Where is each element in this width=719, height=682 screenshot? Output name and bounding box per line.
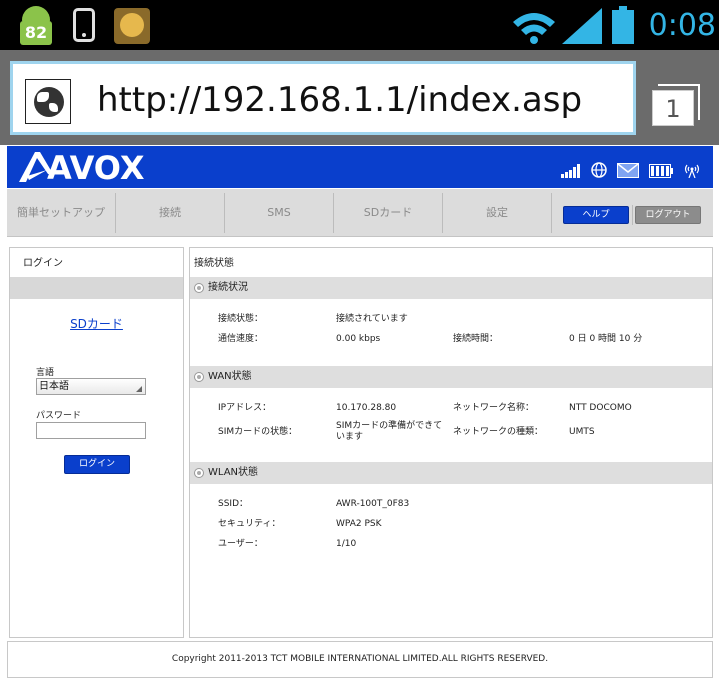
globe-icon [591,162,607,178]
nav-item-sms[interactable]: SMS [225,189,333,237]
signal-icon [562,8,602,44]
help-button[interactable]: ヘルプ [563,206,629,224]
sim-status-label: SIMカードの状態： [218,427,298,437]
section-header-wlan: WLAN状態 [190,462,712,484]
nav-divider [551,193,552,233]
security-value: WPA2 PSK [336,519,382,529]
main-nav: 簡単セットアップ 接続 SMS SDカード 設定 ヘルプ ログアウト [7,189,713,237]
users-value: 1/10 [336,539,357,549]
site-favicon [25,79,71,124]
nav-divider [632,205,633,225]
sd-card-link: SDカード [10,315,183,332]
sim-status-value: SIMカードの準備ができています [336,421,443,442]
wireless-tower-icon [684,164,700,178]
browser-toolbar: http://192.168.1.1/index.asp 1 [0,50,719,145]
phone-icon[interactable] [73,8,95,42]
section-bullet-icon [194,283,204,293]
mail-icon [617,163,639,178]
footer: Copyright 2011-2013 TCT MOBILE INTERNATI… [7,641,713,678]
app-icon[interactable] [114,8,150,44]
nav-item-sd-card[interactable]: SDカード [334,189,442,237]
clock: 0:08 [648,8,716,43]
section-title: 接続状況 [208,282,248,293]
dropdown-arrow-icon [136,386,142,392]
wifi-icon [513,13,555,44]
network-name-label: ネットワーク名称： [453,403,535,413]
login-panel-band [10,277,183,299]
ip-address-label: IPアドレス： [218,403,272,413]
network-name-value: NTT DOCOMO [569,403,632,413]
login-button[interactable]: ログイン [64,455,130,474]
connection-status-label: 接続状態： [218,314,264,324]
logout-button[interactable]: ログアウト [635,206,701,224]
ip-address-value: 10.170.28.80 [336,403,397,413]
copyright-text: Copyright 2011-2013 TCT MOBILE INTERNATI… [171,654,549,664]
login-panel-title: ログイン [23,258,63,269]
network-type-label: ネットワークの種類： [453,427,544,437]
section-header-connection: 接続状況 [190,277,712,299]
page-header: AVOX [7,146,713,188]
android-notification-icon[interactable]: 82 [18,6,54,45]
connection-time-label: 接続時間： [453,334,499,344]
section-bullet-icon [194,468,204,478]
network-type-value: UMTS [569,427,595,437]
battery-icon [612,6,634,44]
users-label: ユーザー： [218,539,263,549]
globe-icon [34,87,64,117]
password-field[interactable] [36,422,146,439]
section-bullet-icon [194,372,204,382]
header-status-icons [561,156,701,178]
language-label: 言語 [36,368,55,378]
nav-item-connection[interactable]: 接続 [116,189,224,237]
speed-label: 通信速度： [218,334,264,344]
language-select[interactable]: 日本語 [36,378,146,395]
speed-value: 0.00 kbps [336,334,381,344]
section-title: WAN状態 [208,371,252,382]
section-header-wan: WAN状態 [190,366,712,388]
status-panel-title: 接続状態 [194,258,234,269]
url-field[interactable]: http://192.168.1.1/index.asp [10,61,636,135]
section-title: WLAN状態 [208,467,259,478]
nav-item-quick-setup[interactable]: 簡単セットアップ [7,189,115,237]
tabs-button[interactable]: 1 [652,84,702,130]
ssid-value: AWR-100T_0F83 [336,499,410,509]
logo-text: AVOX [47,149,145,187]
tab-count: 1 [652,90,694,126]
sd-card-link-text[interactable]: SDカード [70,317,123,331]
nav-item-settings[interactable]: 設定 [443,189,551,237]
connection-time-value: 0 日 0 時間 10 分 [569,334,643,344]
url-text[interactable]: http://192.168.1.1/index.asp [97,72,582,128]
login-panel: ログイン SDカード 言語 日本語 パスワード ログイン [9,247,184,638]
security-label: セキュリティ： [218,519,281,529]
battery-icon [649,164,673,178]
password-label: パスワード [36,411,82,421]
status-panel: 接続状態 接続状況 接続状態： 接続されています 通信速度： 0.00 kbps… [189,247,713,638]
language-select-value: 日本語 [39,381,69,392]
notification-count: 82 [20,21,52,45]
status-bar: 82 0:08 [0,0,719,50]
connection-status-value: 接続されています [336,314,408,324]
ssid-label: SSID： [218,499,249,509]
signal-bars-icon [561,164,580,178]
